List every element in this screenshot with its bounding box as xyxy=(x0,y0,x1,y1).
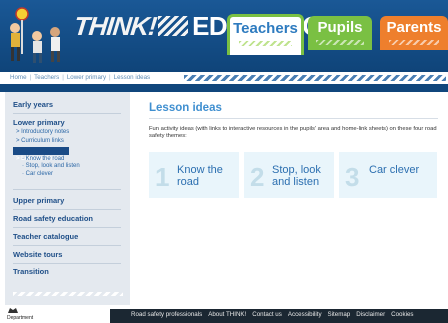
card-number: 1 xyxy=(155,162,170,192)
tab-stripes xyxy=(388,40,440,45)
theme-card-know-the-road[interactable]: 1 Know the road xyxy=(149,152,239,198)
breadcrumb-separator: | xyxy=(29,74,32,81)
royal-crest-icon xyxy=(8,308,18,313)
breadcrumb-separator: | xyxy=(109,74,111,81)
card-title-line1: Car clever xyxy=(369,164,420,176)
theme-card-car-clever[interactable]: 3 Car clever xyxy=(339,152,437,198)
tab-teachers-label: Teachers xyxy=(233,20,298,37)
tab-pupils-label: Pupils xyxy=(317,19,363,36)
sidebar-divider xyxy=(13,227,121,228)
card-title-line1: Stop, look xyxy=(272,164,321,176)
tab-pupils[interactable]: Pupils xyxy=(308,16,372,50)
footer-link-about[interactable]: About THINK! xyxy=(208,311,246,318)
page-title: Lesson ideas xyxy=(149,102,222,114)
sidebar-item-curriculum-links[interactable]: > Curriculum links xyxy=(16,138,64,144)
sidebar-divider xyxy=(13,263,121,264)
sidebar-item-lower-primary[interactable]: Lower primary xyxy=(13,118,65,127)
breadcrumb-lesson-ideas[interactable]: Lesson ideas xyxy=(114,74,150,81)
logo-slash-stripes xyxy=(158,16,189,36)
sidebar-item-transition[interactable]: Transition xyxy=(13,267,49,276)
footer-link-disclaimer[interactable]: Disclaimer xyxy=(356,311,385,318)
footer-link-road-safety-professionals[interactable]: Road safety professionals xyxy=(131,311,202,318)
card-number: 3 xyxy=(345,162,360,192)
department-label: Department xyxy=(7,315,34,321)
tab-parents[interactable]: Parents xyxy=(380,16,448,50)
title-divider xyxy=(149,118,438,119)
sidebar-item-website-tours[interactable]: Website tours xyxy=(13,250,62,259)
footer-link-sitemap[interactable]: Sitemap xyxy=(328,311,351,318)
breadcrumb-lower-primary[interactable]: Lower primary xyxy=(67,74,106,81)
tab-stripes xyxy=(316,40,364,45)
breadcrumb-teachers[interactable]: Teachers xyxy=(34,74,59,81)
sidebar-stripes xyxy=(13,292,123,296)
breadcrumb: Home | Teachers | Lower primary | Lesson… xyxy=(10,74,150,81)
sidebar-divider xyxy=(13,245,121,246)
breadcrumb-stripes xyxy=(184,75,446,81)
card-title-line2: road xyxy=(177,176,200,188)
breadcrumb-home[interactable]: Home xyxy=(10,74,27,81)
sidebar-item-stop-look-listen[interactable]: · Stop, look and listen xyxy=(22,163,80,169)
footer-link-accessibility[interactable]: Accessibility xyxy=(288,311,322,318)
sidebar-item-teacher-catalogue[interactable]: Teacher catalogue xyxy=(13,232,78,241)
sidebar-item-car-clever[interactable]: · Car clever xyxy=(22,171,53,177)
footer-link-contact[interactable]: Contact us xyxy=(252,311,282,318)
sidebar-item-road-safety-education[interactable]: Road safety education xyxy=(13,214,93,223)
theme-card-stop-look-listen[interactable]: 2 Stop, look and listen xyxy=(244,152,334,198)
tab-stripes xyxy=(239,41,292,46)
card-number: 2 xyxy=(250,162,265,192)
card-title-line1: Know the xyxy=(177,164,223,176)
card-title-line2: and listen xyxy=(272,176,320,188)
tab-parents-label: Parents xyxy=(386,19,442,36)
sidebar-divider xyxy=(13,209,121,210)
footer-link-cookies[interactable]: Cookies xyxy=(391,311,413,318)
sidebar-item-lesson-ideas[interactable]: > Lesson ideas xyxy=(13,147,69,162)
tab-teachers[interactable]: Teachers xyxy=(227,14,304,55)
logo-think-text: THINK! xyxy=(72,10,158,41)
sidebar-item-early-years[interactable]: Early years xyxy=(13,100,53,109)
breadcrumb-separator: | xyxy=(62,74,64,81)
sidebar-item-know-the-road[interactable]: · Know the road xyxy=(22,156,64,162)
sidebar-item-introductory-notes[interactable]: > Introductory notes xyxy=(16,129,69,135)
footer-links: Road safety professionals About THINK! C… xyxy=(131,311,414,318)
sidebar-divider xyxy=(13,113,121,114)
intro-text: Fun activity ideas (with links to intera… xyxy=(149,126,437,139)
sidebar-item-upper-primary[interactable]: Upper primary xyxy=(13,196,64,205)
sidebar-divider xyxy=(13,189,121,190)
